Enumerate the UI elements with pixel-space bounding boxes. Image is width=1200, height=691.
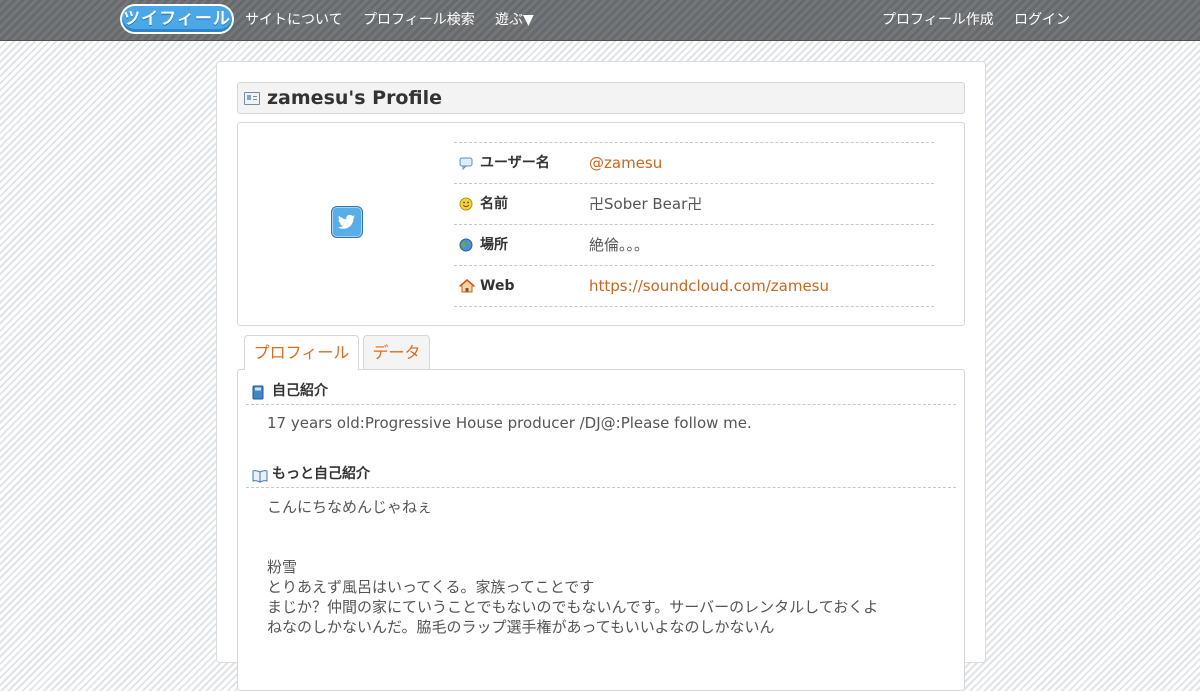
info-row-name: 名前 卍Sober Bear卍 [454,184,934,225]
more-intro-line-2: 粉雪 [267,558,298,576]
intro-section-header: 自己紹介 [246,378,956,405]
main-container: zamesu's Profile ユーザー名 @zamesu 名前 卍Sober… [216,61,986,691]
profile-title-bar: zamesu's Profile [237,82,965,114]
page-title: zamesu's Profile [267,87,442,109]
home-icon [458,278,476,293]
id-card-icon [244,92,260,105]
web-link[interactable]: https://soundcloud.com/zamesu [589,266,829,306]
blue-book-icon [252,385,264,400]
speech-bubble-icon [459,156,473,171]
more-intro-line-4: まじか？仲間の家にていうことでもないのでもないんです。サーバーのレンタルしておく… [267,598,879,616]
nav-search-link[interactable]: プロフィール検索 [363,0,475,40]
nav-about-link[interactable]: サイトについて [245,0,343,40]
username-link[interactable]: @zamesu [589,143,662,183]
smiley-icon [459,197,473,211]
nav-play-dropdown[interactable]: 遊ぶ▼ [495,0,534,40]
name-label: 名前 [480,196,508,212]
nav-create-profile-link[interactable]: プロフィール作成 [882,0,994,40]
tab-data[interactable]: データ [363,335,430,369]
twitter-bird-icon[interactable] [331,206,363,238]
nav-login-link[interactable]: ログイン [1014,0,1070,40]
profile-info-table: ユーザー名 @zamesu 名前 卍Sober Bear卍 場所 絶倫。。。 W… [454,142,934,307]
more-intro-line-1: こんにちなめんじゃねぇ [267,498,433,516]
globe-icon [459,238,473,252]
profile-info-box: ユーザー名 @zamesu 名前 卍Sober Bear卍 場所 絶倫。。。 W… [237,122,965,326]
tab-content-panel: 自己紹介 17 years old:Progressive House prod… [237,369,965,691]
open-book-icon [252,468,268,483]
more-intro-title: もっと自己紹介 [272,466,370,482]
info-row-location: 場所 絶倫。。。 [454,225,934,266]
more-intro-line-3: とりあえず風呂はいってくる。家族ってことです [267,578,595,596]
name-value: 卍Sober Bear卍 [589,195,703,213]
more-intro-text-block: 粉雪 とりあえず風呂はいってくる。家族ってことです まじか？仲間の家にていうこと… [267,557,878,637]
username-label: ユーザー名 [480,155,550,171]
web-label: Web [480,278,515,294]
intro-title: 自己紹介 [272,383,328,399]
site-logo[interactable]: ツイフィール [122,6,232,32]
info-row-web: Web https://soundcloud.com/zamesu [454,266,934,307]
location-value: 絶倫。。。 [589,236,650,254]
more-intro-section-header: もっと自己紹介 [246,461,956,488]
tab-profile[interactable]: プロフィール [244,335,359,370]
more-intro-line-5: ねなのしかないんだ。脇毛のラップ選手権があってもいいよなのしかないん [267,618,775,636]
top-navbar: ツイフィール サイトについて プロフィール検索 遊ぶ▼ プロフィール作成 ログイ… [0,0,1200,41]
intro-text: 17 years old:Progressive House producer … [267,414,752,432]
location-label: 場所 [480,237,508,253]
info-row-username: ユーザー名 @zamesu [454,143,934,184]
